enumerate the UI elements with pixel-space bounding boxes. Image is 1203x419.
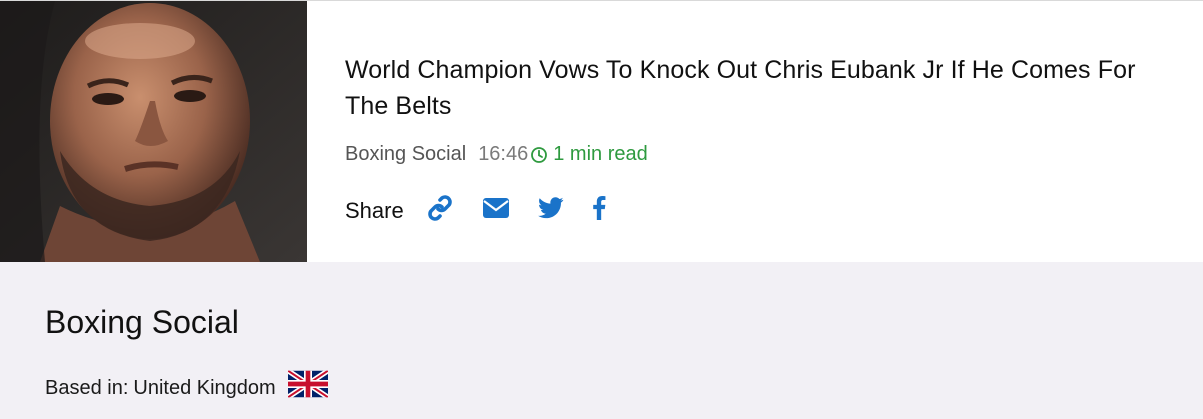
clock-icon	[530, 145, 548, 163]
article-card[interactable]: World Champion Vows To Knock Out Chris E…	[0, 1, 1203, 262]
news-card: World Champion Vows To Knock Out Chris E…	[0, 0, 1203, 419]
article-thumbnail[interactable]	[0, 1, 307, 262]
twitter-icon	[537, 197, 564, 224]
based-in-label: Based in:	[45, 376, 129, 399]
article-source[interactable]: Boxing Social	[345, 141, 466, 167]
facebook-icon	[592, 196, 606, 225]
publisher-location: Based in: United Kingdom	[45, 370, 328, 405]
share-bar: Share	[345, 195, 606, 226]
publisher-name[interactable]: Boxing Social	[45, 302, 239, 342]
article-headline[interactable]: World Champion Vows To Knock Out Chris E…	[345, 52, 1175, 124]
boxer-portrait-image	[0, 1, 307, 262]
share-facebook-button[interactable]	[592, 196, 606, 225]
article-time: 16:46	[478, 143, 529, 165]
share-label: Share	[345, 197, 404, 223]
read-time: 1 min read	[553, 143, 648, 165]
link-icon	[426, 195, 454, 226]
uk-flag-icon	[287, 370, 328, 405]
envelope-icon	[482, 197, 510, 224]
country-name: United Kingdom	[133, 376, 276, 399]
share-link-button[interactable]	[426, 195, 454, 226]
share-twitter-button[interactable]	[537, 197, 564, 224]
article-meta: Boxing Social 16:46 1 min read	[345, 141, 648, 167]
publisher-info: Boxing Social Based in: United Kingdom	[0, 262, 1203, 419]
share-email-button[interactable]	[482, 197, 510, 224]
